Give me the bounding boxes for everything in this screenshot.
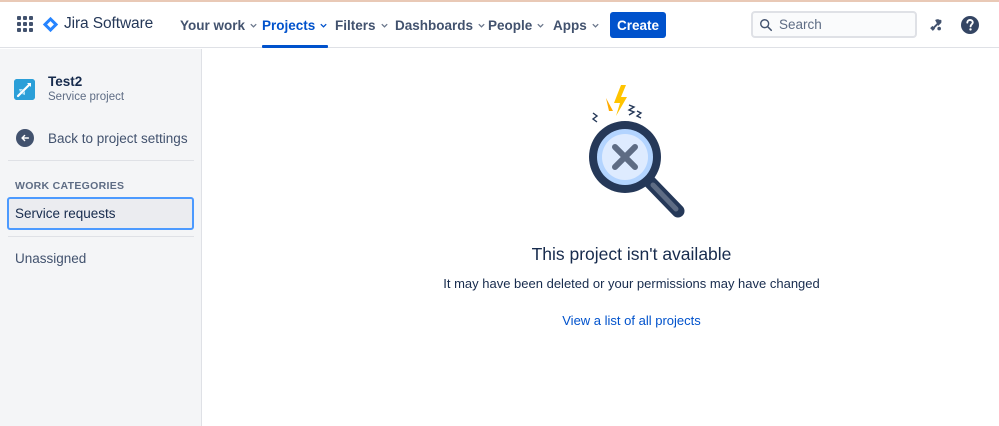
nav-dashboards[interactable]: Dashboards bbox=[395, 2, 486, 48]
nav-projects[interactable]: Projects bbox=[262, 2, 329, 48]
chevron-down-icon bbox=[537, 23, 544, 28]
chevron-down-icon bbox=[380, 23, 388, 28]
sidebar-item-label: Service requests bbox=[15, 206, 116, 221]
view-all-projects-link[interactable]: View a list of all projects bbox=[200, 313, 999, 328]
nav-label: People bbox=[488, 17, 533, 33]
chevron-down-icon bbox=[478, 23, 485, 28]
nav-your-work[interactable]: Your work bbox=[180, 2, 258, 48]
nav-label: Filters bbox=[335, 17, 376, 33]
project-sidebar: Test2 Service project Back to project se… bbox=[0, 49, 202, 426]
section-title-work-categories: WORK CATEGORIES bbox=[15, 180, 125, 192]
sidebar-divider bbox=[8, 160, 194, 161]
logo-text: Jira Software bbox=[64, 15, 154, 32]
chevron-down-icon bbox=[320, 23, 327, 28]
app-switcher-icon[interactable] bbox=[17, 16, 33, 32]
nav-label: Dashboards bbox=[395, 17, 474, 33]
top-navigation-bar: Jira Software Your work Projects Filters… bbox=[0, 2, 999, 48]
search-icon bbox=[760, 18, 773, 31]
project-type: Service project bbox=[48, 91, 125, 103]
sidebar-divider bbox=[8, 236, 194, 237]
jira-diamond-icon bbox=[42, 16, 59, 32]
rocket-icon bbox=[14, 79, 35, 100]
sidebar-item-unassigned[interactable]: Unassigned bbox=[7, 242, 194, 275]
settings-icon[interactable] bbox=[991, 14, 999, 36]
sidebar-item-label: Unassigned bbox=[15, 251, 87, 266]
help-icon[interactable] bbox=[959, 14, 981, 36]
sidebar-item-service-requests[interactable]: Service requests bbox=[7, 197, 194, 230]
project-avatar[interactable] bbox=[14, 79, 35, 100]
nav-label: Projects bbox=[262, 17, 316, 33]
back-label: Back to project settings bbox=[48, 130, 188, 146]
error-subtitle: It may have been deleted or your permiss… bbox=[443, 276, 820, 291]
jira-logo[interactable]: Jira Software bbox=[42, 15, 153, 33]
magnifier-not-found-illustration bbox=[589, 85, 685, 218]
create-button[interactable]: Create bbox=[610, 12, 666, 38]
nav-apps[interactable]: Apps bbox=[553, 2, 600, 48]
search-input[interactable] bbox=[779, 17, 909, 32]
chevron-down-icon bbox=[592, 23, 599, 28]
back-to-project-settings-link[interactable]: Back to project settings bbox=[8, 126, 194, 150]
project-name: Test2 bbox=[48, 74, 83, 89]
nav-label: Apps bbox=[553, 17, 587, 33]
arrow-left-icon bbox=[16, 129, 34, 147]
nav-people[interactable]: People bbox=[488, 2, 545, 48]
chevron-down-icon bbox=[250, 23, 257, 28]
nav-filters[interactable]: Filters bbox=[335, 2, 389, 48]
notifications-icon[interactable] bbox=[925, 14, 947, 36]
search-box[interactable] bbox=[751, 11, 917, 38]
error-title: This project isn't available bbox=[531, 244, 732, 264]
nav-label: Your work bbox=[180, 17, 246, 33]
main-content: This project isn't available It may have… bbox=[203, 49, 999, 426]
